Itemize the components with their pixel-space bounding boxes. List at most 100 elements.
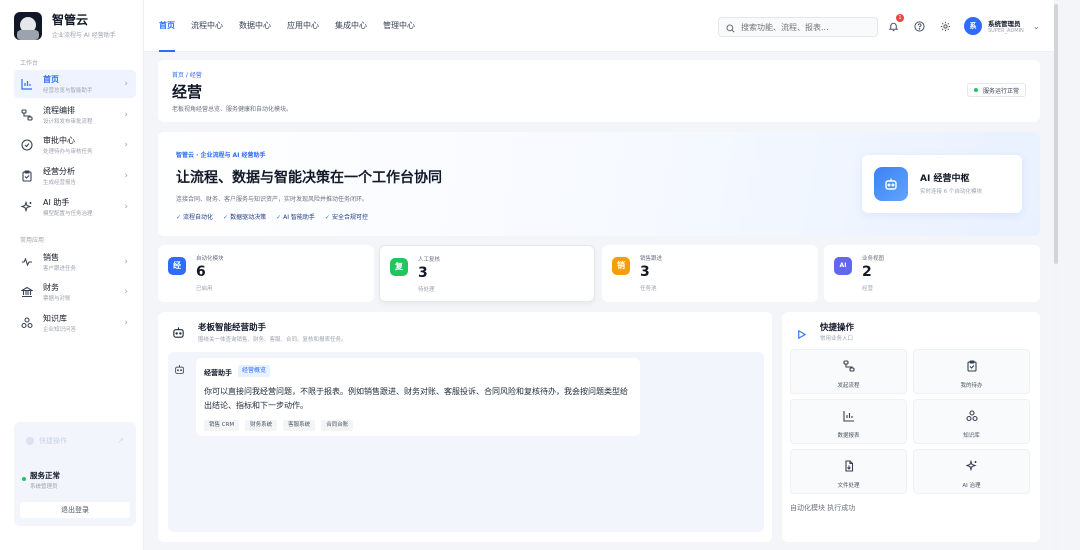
search-box[interactable] xyxy=(718,17,878,37)
page-title: 经营 xyxy=(172,83,203,101)
quick-action-ai-governance[interactable]: AI 治理 xyxy=(913,449,1030,494)
assistant-subtitle: 围绕关一体查询销售、财务、客服、合同、复核和报表任务。 xyxy=(198,337,347,343)
page-description: 老板视角经营总览、服务健康和自动化模块。 xyxy=(172,106,293,113)
message-tag: 经营概览 xyxy=(238,365,271,377)
tab-admin[interactable]: 管理中心 xyxy=(383,0,415,52)
stat-card-views[interactable]: AI 业务视图 2 经营 xyxy=(824,245,1040,302)
check-circle-icon xyxy=(20,138,34,152)
ai-hub-card[interactable]: AI 经营中枢 实时连接 6 个自动化模块 xyxy=(862,155,1022,213)
service-status-text: 服务运行正常 xyxy=(982,87,1019,95)
stat-value: 2 xyxy=(862,264,872,280)
chip-crm[interactable]: 销售 CRM xyxy=(204,420,240,431)
bell-button[interactable]: 1 xyxy=(886,14,904,33)
stat-card-review[interactable]: 复 人工复核 3 待处理 xyxy=(379,245,595,302)
section-label-common: 常用应用 xyxy=(20,237,45,244)
chevron-right-icon: › xyxy=(124,79,128,89)
quick-actions-panel: 快捷操作 常用业务入口 发起流程 我的待办 数据报表 知识库 文件处理 AI 治… xyxy=(782,312,1040,542)
arrow-icon: ↗ xyxy=(117,436,124,445)
sidebar-item-title: 财务 xyxy=(43,282,59,292)
check-icon: ✓ xyxy=(176,214,182,221)
tab-data[interactable]: 数据中心 xyxy=(239,0,271,52)
chevron-right-icon: › xyxy=(124,110,128,120)
sidebar-item-home[interactable]: 首页 经营总览与智能助手 › xyxy=(14,70,136,98)
brand-name: 智管云 xyxy=(52,13,89,27)
assistant-title: 老板智能经营助手 xyxy=(198,323,267,333)
stat-badge-icon: 复 xyxy=(390,258,408,276)
scrollbar[interactable] xyxy=(1054,0,1058,550)
sidebar-item-sales[interactable]: 销售 客户跟进任务 › xyxy=(14,248,136,276)
flow-icon xyxy=(20,108,34,122)
chevron-down-icon[interactable]: ⌄ xyxy=(1033,22,1040,31)
tab-flow[interactable]: 流程中心 xyxy=(191,0,223,52)
top-tabs: 首页 流程中心 数据中心 应用中心 集成中心 管理中心 xyxy=(159,0,431,52)
quick-action-label: 发起流程 xyxy=(837,383,860,389)
quick-action-start-flow[interactable]: 发起流程 xyxy=(790,349,907,394)
stat-note: 待处理 xyxy=(418,287,435,293)
chip-finance[interactable]: 财务系统 xyxy=(245,420,278,431)
hero-feature: ✓ 安全合规可控 xyxy=(325,212,368,221)
service-status-badge: 服务运行正常 xyxy=(966,83,1026,97)
sidebar-item-flow[interactable]: 流程编排 设计和发布审批流程 › xyxy=(14,101,136,129)
chart-bar-icon xyxy=(20,77,34,91)
settings-button[interactable] xyxy=(938,19,952,33)
breadcrumb[interactable]: 首页 / 经营 xyxy=(172,70,202,79)
stat-card-sales[interactable]: 销 销售跟进 3 任务池 xyxy=(602,245,818,302)
search-input[interactable] xyxy=(741,22,861,32)
sidebar-item-title: 销售 xyxy=(43,252,59,262)
sidebar-item-finance[interactable]: 财务 票据与对账 › xyxy=(14,278,136,306)
quick-action-my-todo[interactable]: 我的待办 xyxy=(913,349,1030,394)
quick-action-label: 文件处理 xyxy=(837,483,860,489)
sidebar-item-title: 审批中心 xyxy=(43,135,75,145)
check-icon: ✓ xyxy=(276,214,282,221)
sidebar-item-sub: 处理待办与审核任务 xyxy=(43,148,93,155)
sidebar-item-sub: 企业知识问答 xyxy=(43,326,77,333)
chat-area[interactable]: 经营助手 经营概览 你可以直接问我经营问题，不限于报表。例如销售跟进、财务对账、… xyxy=(168,352,764,532)
help-button[interactable] xyxy=(912,19,926,33)
faded-text: 快捷操作 xyxy=(39,437,67,445)
quick-action-files[interactable]: 文件处理 xyxy=(790,449,907,494)
stat-label: 业务视图 xyxy=(862,256,885,262)
sidebar-item-ai[interactable]: AI 助手 模型配置与任务治理 › xyxy=(14,193,136,221)
sidebar-item-approval[interactable]: 审批中心 处理待办与审核任务 › xyxy=(14,131,136,159)
quick-actions-title: 快捷操作 xyxy=(820,323,855,333)
user-name[interactable]: 系统管理员 xyxy=(988,18,1021,28)
avatar[interactable]: 系 xyxy=(964,17,982,35)
hero-title: 让流程、数据与智能决策在一个工作台协同 xyxy=(176,170,442,186)
stat-note: 已启用 xyxy=(196,286,213,292)
chevron-right-icon: › xyxy=(124,140,128,150)
brand-subtitle: 企业流程与 AI 经营助手 xyxy=(52,32,116,39)
brand[interactable]: 智管云 企业流程与 AI 经营助手 xyxy=(14,12,116,40)
quick-action-knowledge[interactable]: 知识库 xyxy=(913,399,1030,444)
quick-actions-footer: 自动化模块 执行成功 xyxy=(790,504,856,512)
bank-icon xyxy=(20,285,34,299)
hero-feature-label: AI 智能助手 xyxy=(283,214,315,221)
page-header: 首页 / 经营 经营 老板视角经营总览、服务健康和自动化模块。 服务运行正常 xyxy=(158,60,1040,122)
gear-icon xyxy=(940,21,950,31)
stat-note: 任务池 xyxy=(640,286,657,292)
quick-action-label: 知识库 xyxy=(963,433,980,439)
stat-label: 自动化模块 xyxy=(196,256,224,262)
chevron-right-icon: › xyxy=(124,287,128,297)
tab-home[interactable]: 首页 xyxy=(159,0,175,52)
stat-card-automation[interactable]: 经 自动化模块 6 已启用 xyxy=(158,245,374,302)
quick-actions-subtitle: 常用业务入口 xyxy=(820,336,854,342)
sidebar-item-sub: 经营总览与智能助手 xyxy=(43,87,93,94)
user-role: SUPER_ADMIN xyxy=(988,28,1024,34)
hero-feature-label: 流程自动化 xyxy=(183,214,214,221)
message-chips: 销售 CRM 财务系统 客服系统 合同台账 xyxy=(204,420,359,431)
tab-integration[interactable]: 集成中心 xyxy=(335,0,367,52)
sidebar-item-knowledge[interactable]: 知识库 企业知识问答 › xyxy=(14,309,136,337)
assistant-panel: 老板智能经营助手 围绕关一体查询销售、财务、客服、合同、复核和报表任务。 经营助… xyxy=(158,312,772,542)
logout-button[interactable]: 退出登录 xyxy=(20,502,130,518)
scrollbar-thumb[interactable] xyxy=(1054,4,1058,264)
chip-contract[interactable]: 合同台账 xyxy=(321,420,354,431)
stat-badge-icon: AI xyxy=(834,257,852,275)
chip-service[interactable]: 客服系统 xyxy=(283,420,316,431)
quick-action-reports[interactable]: 数据报表 xyxy=(790,399,907,444)
sidebar-item-analytics[interactable]: 经营分析 生成经营报告 › xyxy=(14,162,136,190)
quick-action-label: 数据报表 xyxy=(837,433,860,439)
topbar: 首页 流程中心 数据中心 应用中心 集成中心 管理中心 1 系 系统管理员 SU… xyxy=(144,0,1056,52)
sidebar-item-sub: 票据与对账 xyxy=(43,295,71,302)
stat-value: 3 xyxy=(640,264,650,280)
tab-apps[interactable]: 应用中心 xyxy=(287,0,319,52)
